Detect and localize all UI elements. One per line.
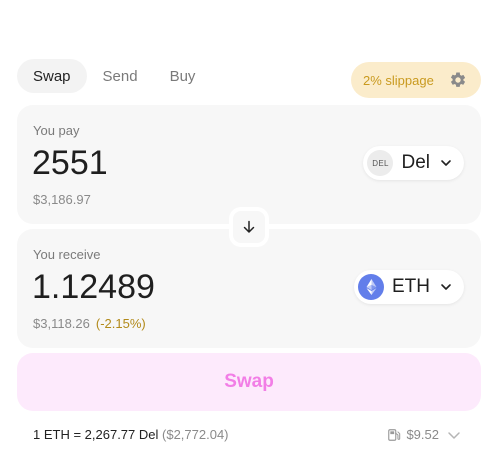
chevron-down-icon — [448, 431, 460, 439]
tab-buy[interactable]: Buy — [154, 59, 212, 93]
receive-label: You receive — [33, 247, 101, 262]
gear-icon — [450, 72, 466, 87]
rate-text: 1 ETH = 2,267.77 Del — [33, 427, 159, 442]
receive-token-symbol: ETH — [392, 276, 430, 297]
price-impact: (-2.15%) — [95, 316, 146, 331]
pay-fiat-value: $3,186.97 — [33, 192, 91, 207]
receive-token-selector[interactable]: ETH — [354, 270, 464, 304]
rate-usd: ($2,772.04) — [162, 427, 229, 442]
gas-fee-toggle[interactable]: $9.52 — [387, 427, 461, 442]
swap-button[interactable]: Swap — [17, 353, 481, 411]
pay-token-selector[interactable]: DEL Del — [363, 146, 464, 180]
exchange-rate[interactable]: 1 ETH = 2,267.77 Del ($2,772.04) — [33, 427, 229, 442]
pay-token-symbol: Del — [401, 152, 430, 173]
pay-label: You pay — [33, 123, 80, 138]
switch-tokens-button[interactable] — [229, 207, 269, 247]
ethereum-icon — [358, 274, 384, 300]
swap-tabs: Swap Send Buy — [17, 59, 211, 93]
gas-pump-icon — [388, 428, 401, 441]
receive-amount[interactable]: 1.12489 — [32, 267, 155, 307]
tab-swap[interactable]: Swap — [17, 59, 87, 93]
slippage-label: 2% slippage — [363, 72, 434, 88]
receive-fiat-amount: $3,118.26 — [33, 316, 90, 331]
gas-fee-value: $9.52 — [406, 427, 439, 442]
receive-fiat-value: $3,118.26 (-2.15%) — [33, 316, 146, 331]
chevron-down-icon — [441, 284, 451, 290]
tab-send[interactable]: Send — [87, 59, 154, 93]
chevron-down-icon — [441, 160, 451, 166]
del-token-icon: DEL — [367, 150, 394, 176]
slippage-settings-button[interactable]: 2% slippage — [351, 62, 481, 98]
arrow-down-icon — [243, 220, 255, 233]
pay-amount-input[interactable]: 2551 — [32, 143, 108, 183]
